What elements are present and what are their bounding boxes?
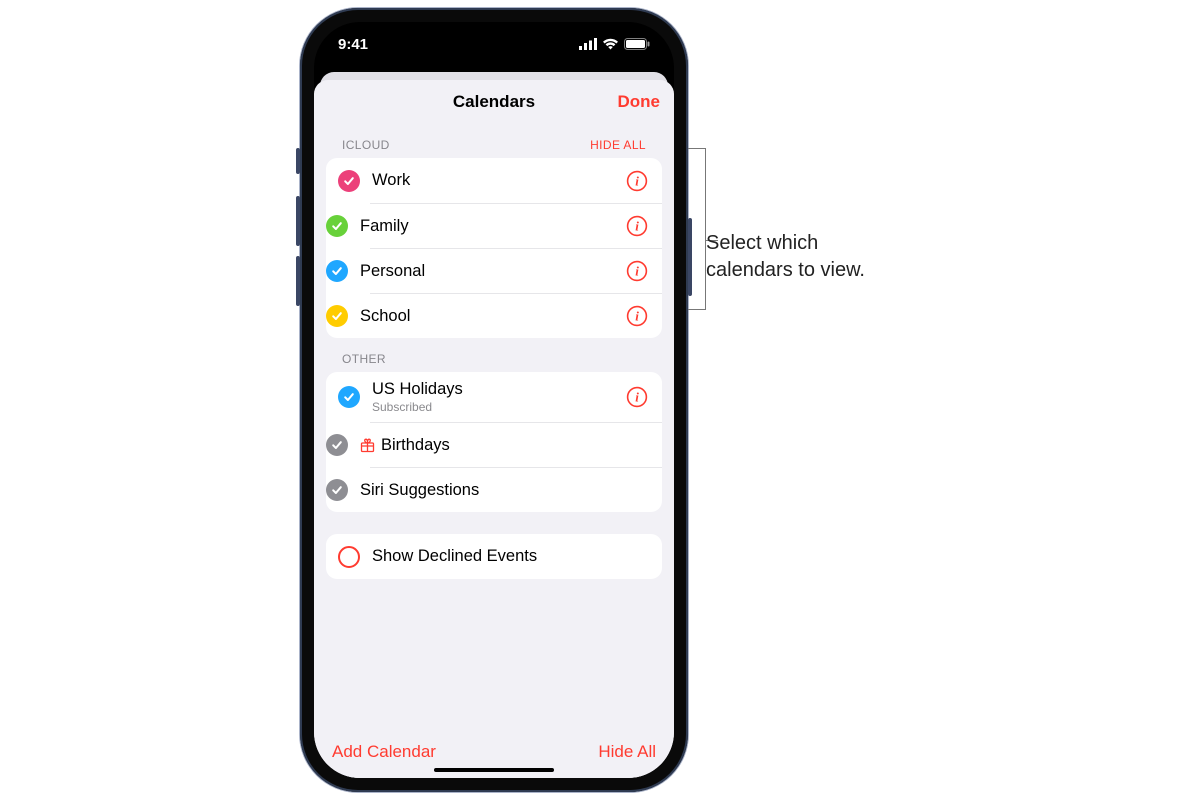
declined-group: Show Declined Events: [326, 534, 662, 579]
section-header-icloud: ICLOUD HIDE ALL: [314, 124, 674, 158]
calendar-row-personal[interactable]: Personal i: [370, 248, 662, 293]
callout-line-2: calendars to view.: [706, 259, 865, 281]
silent-switch: [296, 148, 300, 174]
notch: [419, 22, 569, 50]
calendar-row-school[interactable]: School i: [370, 293, 662, 338]
calendar-label: Siri Suggestions: [360, 481, 650, 500]
svg-text:i: i: [635, 219, 639, 234]
info-icon[interactable]: i: [626, 260, 648, 282]
checkmark-icon[interactable]: [326, 305, 348, 327]
calendar-label: US Holidays: [372, 380, 618, 399]
battery-icon: [624, 38, 650, 50]
gift-icon: [360, 438, 375, 453]
callout-line-1: Select which: [706, 232, 818, 254]
calendar-label: Family: [360, 217, 618, 236]
done-button[interactable]: Done: [618, 80, 661, 124]
volume-up-button: [296, 196, 300, 246]
calendars-sheet: Calendars Done ICLOUD HIDE ALL Work i: [314, 80, 674, 778]
calendar-label: Personal: [360, 262, 618, 281]
sheet-title: Calendars: [453, 92, 535, 112]
svg-text:i: i: [635, 309, 639, 324]
info-icon[interactable]: i: [626, 170, 648, 192]
checkmark-icon[interactable]: [326, 434, 348, 456]
cellular-icon: [579, 38, 597, 50]
show-declined-row[interactable]: Show Declined Events: [326, 534, 662, 579]
calendar-row-family[interactable]: Family i: [370, 203, 662, 248]
callout-bracket: [688, 148, 706, 310]
calendar-row-work[interactable]: Work i: [326, 158, 662, 203]
unchecked-circle-icon[interactable]: [338, 546, 360, 568]
section-header-other: OTHER: [314, 338, 674, 372]
wifi-icon: [602, 38, 619, 50]
calendar-label: Work: [372, 171, 618, 190]
calendar-label: Birthdays: [381, 436, 650, 455]
checkmark-icon[interactable]: [326, 260, 348, 282]
calendar-row-siri-suggestions[interactable]: Siri Suggestions: [370, 467, 662, 512]
calendar-label: School: [360, 307, 618, 326]
svg-text:i: i: [635, 173, 639, 188]
checkmark-icon[interactable]: [326, 215, 348, 237]
home-indicator: [434, 768, 554, 772]
sheet-header: Calendars Done: [314, 80, 674, 124]
info-icon[interactable]: i: [626, 386, 648, 408]
add-calendar-button[interactable]: Add Calendar: [332, 742, 436, 762]
info-icon[interactable]: i: [626, 305, 648, 327]
section-title-icloud: ICLOUD: [342, 138, 390, 152]
checkmark-icon[interactable]: [338, 170, 360, 192]
info-icon[interactable]: i: [626, 215, 648, 237]
volume-down-button: [296, 256, 300, 306]
hide-all-button[interactable]: Hide All: [598, 742, 656, 762]
sheet-content: ICLOUD HIDE ALL Work i: [314, 124, 674, 778]
icloud-group: Work i Family i Personal: [326, 158, 662, 338]
svg-text:i: i: [635, 264, 639, 279]
svg-text:i: i: [635, 390, 639, 405]
phone-frame: 9:41 Calendars Done ICLOUD HIDE ALL: [300, 8, 688, 792]
callout-text: Select which calendars to view.: [706, 230, 865, 284]
checkmark-icon[interactable]: [326, 479, 348, 501]
section-title-other: OTHER: [342, 352, 386, 366]
screen: 9:41 Calendars Done ICLOUD HIDE ALL: [314, 22, 674, 778]
calendar-row-birthdays[interactable]: Birthdays: [370, 422, 662, 467]
hide-all-icloud-button[interactable]: HIDE ALL: [590, 138, 646, 152]
calendar-row-us-holidays[interactable]: US Holidays Subscribed i: [326, 372, 662, 422]
other-group: US Holidays Subscribed i Birthdays: [326, 372, 662, 512]
calendar-sublabel: Subscribed: [372, 400, 618, 414]
status-time: 9:41: [338, 36, 368, 53]
checkmark-icon[interactable]: [338, 386, 360, 408]
show-declined-label: Show Declined Events: [372, 547, 650, 566]
